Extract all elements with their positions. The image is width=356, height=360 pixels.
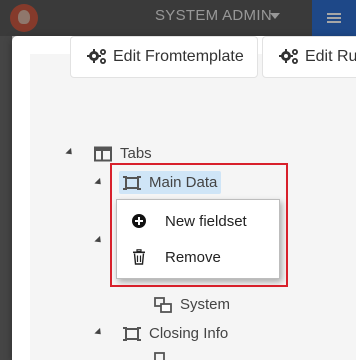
edit-fromtemplate-label: Edit Fromtemplate <box>113 48 244 65</box>
fieldset-icon <box>123 326 141 341</box>
highlight-annotation-box <box>110 163 288 287</box>
field-group-icon <box>154 296 172 313</box>
tree-node-system[interactable]: System <box>154 296 230 313</box>
tree-node-label: Tabs <box>120 145 152 162</box>
tab-panel-icon <box>94 146 112 161</box>
tree-node-partial[interactable] <box>154 352 180 360</box>
field-group-icon <box>154 352 165 360</box>
tree-node-label: System <box>180 296 231 313</box>
edit-rules-label: Edit Rul <box>304 48 356 65</box>
tree-node-closing-info[interactable]: Closing Info <box>123 325 228 342</box>
tree-node-label: Closing Info <box>149 325 229 342</box>
gears-icon <box>279 49 298 64</box>
edit-rules-button[interactable]: Edit Rul <box>262 36 356 78</box>
gears-icon <box>87 49 106 64</box>
edit-fromtemplate-button[interactable]: Edit Fromtemplate <box>70 36 258 78</box>
tree-node-tabs[interactable]: Tabs <box>94 145 152 162</box>
